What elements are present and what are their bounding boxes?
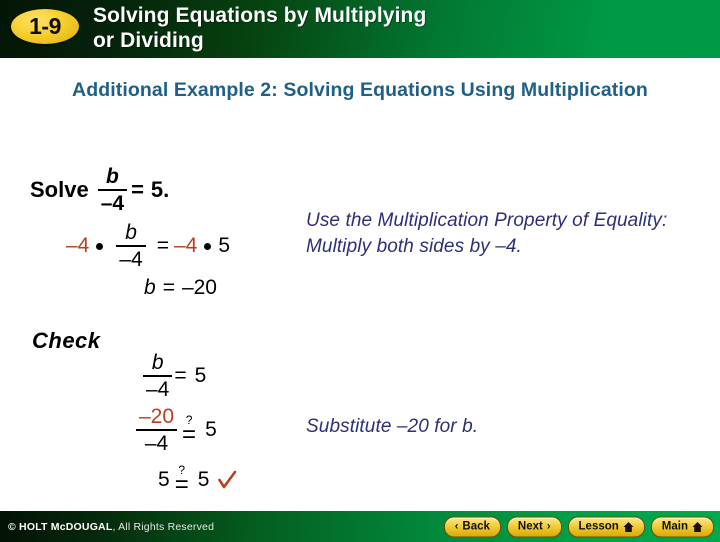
step2-equals: =	[162, 276, 175, 299]
chevron-left-icon: ‹	[454, 520, 459, 533]
back-button[interactable]: ‹ Back	[443, 516, 501, 537]
substitute-note: Substitute –20 for b.	[306, 416, 479, 437]
check-line-2: –20 –4 ? = 5	[136, 406, 217, 454]
check3-equals: =	[174, 471, 189, 498]
footer-nav-buttons: ‹ Back Next › Lesson Main	[443, 516, 714, 537]
step1-fraction: b –4	[116, 221, 146, 271]
step2-value: –20	[181, 276, 217, 299]
main-button-label: Main	[661, 520, 688, 533]
page-footer: © HOLT McDOUGAL, All Rights Reserved ‹ B…	[0, 509, 720, 542]
step1-left-factor: –4	[66, 234, 90, 257]
check-line-1: b –4 = 5	[143, 352, 206, 400]
fraction-bar	[97, 189, 128, 191]
chevron-right-icon: ›	[546, 520, 551, 533]
next-button[interactable]: Next ›	[506, 516, 562, 537]
main-button[interactable]: Main	[650, 516, 714, 537]
check3-lhs: 5	[158, 467, 170, 491]
check2-question-equals: ? =	[182, 414, 196, 446]
copyright-rest: , All Rights Reserved	[112, 520, 215, 533]
lesson-body: Solve b –4 = 5 . –4 b –4 = –4 5 b = –20 …	[0, 0, 720, 540]
check3-rhs: 5	[197, 467, 210, 491]
check2-fraction-numerator: –20	[139, 405, 175, 428]
check2-equals: =	[182, 421, 197, 449]
check1-equals: =	[174, 364, 187, 387]
step1-equals: =	[156, 234, 169, 257]
back-button-label: Back	[462, 520, 490, 533]
verified-checkmark-icon	[217, 469, 237, 491]
next-button-label: Next	[517, 520, 543, 533]
solve-fraction: b –4	[97, 165, 128, 215]
check1-fraction-numerator: b	[151, 351, 164, 374]
home-icon	[623, 521, 634, 532]
solve-line: Solve b –4 = 5 .	[30, 166, 169, 214]
multiplication-property-note: Use the Multiplication Property of Equal…	[306, 210, 668, 257]
check-label: Check	[32, 328, 101, 353]
copyright-brand: © HOLT McDOUGAL	[8, 520, 113, 533]
step2-variable: b	[144, 276, 156, 299]
solve-rhs: 5	[150, 177, 164, 202]
fraction-bar	[116, 245, 146, 247]
step1-right-factor: –4	[173, 234, 198, 257]
check2-fraction: –20 –4	[136, 405, 178, 455]
fraction-bar	[143, 375, 173, 377]
fraction-bar	[136, 429, 178, 431]
check1-fraction: b –4	[143, 351, 173, 401]
solve-fraction-numerator: b	[105, 165, 119, 188]
multiply-dot-icon	[96, 242, 104, 250]
check1-rhs: 5	[194, 364, 207, 387]
multiply-dot-icon	[204, 242, 212, 250]
copyright-text: © HOLT McDOUGAL, All Rights Reserved	[8, 521, 214, 533]
check3-question-equals: ? =	[175, 464, 189, 496]
solve-period: .	[163, 177, 170, 202]
solve-fraction-denominator: –4	[100, 192, 125, 215]
solve-label: Solve	[30, 177, 89, 202]
check1-fraction-denominator: –4	[146, 378, 170, 401]
lesson-button-label: Lesson	[578, 520, 619, 533]
solve-equals: =	[131, 177, 144, 202]
step2-line: b = –20	[144, 276, 217, 300]
check-line-3: 5 ? = 5	[158, 464, 237, 496]
step1-right-value: 5	[218, 234, 231, 257]
lesson-button[interactable]: Lesson	[567, 516, 645, 537]
step1-fraction-numerator: b	[125, 221, 137, 244]
step1-fraction-denominator: –4	[119, 248, 143, 271]
step1-line: –4 b –4 = –4 5	[66, 222, 230, 270]
home-icon	[692, 521, 703, 532]
check2-rhs: 5	[205, 418, 217, 441]
check2-fraction-denominator: –4	[144, 432, 169, 455]
